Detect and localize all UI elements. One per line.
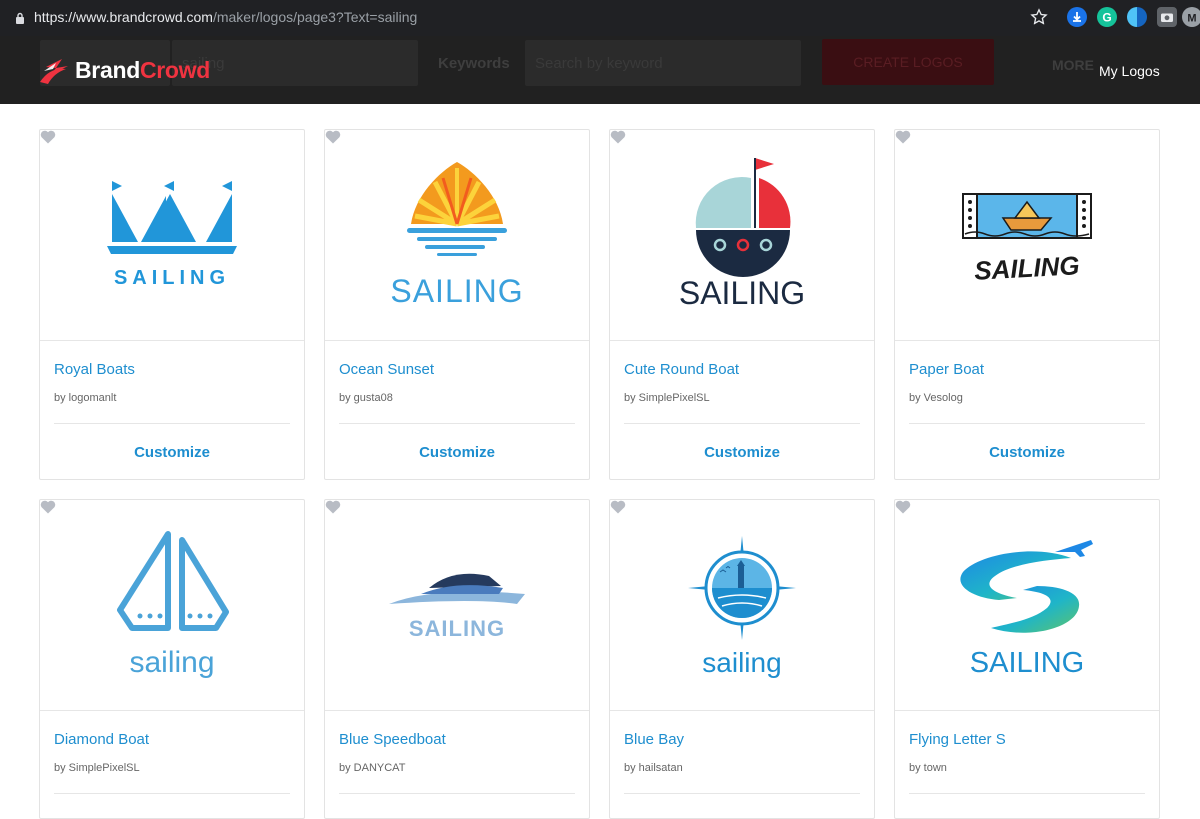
logo-preview[interactable]: SAILING xyxy=(610,130,874,341)
heart-icon[interactable] xyxy=(610,130,626,144)
download-extension-icon[interactable] xyxy=(1067,7,1087,27)
ocean-sunset-logo: SAILING xyxy=(390,162,523,309)
heart-icon[interactable] xyxy=(895,130,911,144)
divider xyxy=(624,423,860,424)
svg-text:SAILING: SAILING xyxy=(390,273,523,309)
heart-icon[interactable] xyxy=(895,500,911,514)
logo-title[interactable]: Blue Speedboat xyxy=(339,731,446,748)
half-circle-extension-icon[interactable] xyxy=(1127,7,1147,27)
address-bar[interactable]: https://www.brandcrowd.com/maker/logos/p… xyxy=(34,9,417,25)
browser-toolbar: https://www.brandcrowd.com/maker/logos/p… xyxy=(0,0,1200,36)
brandcrowd-logo[interactable]: BrandCrowd xyxy=(40,55,220,85)
logo-author: by logomanlt xyxy=(54,392,117,404)
logo-title[interactable]: Ocean Sunset xyxy=(339,361,434,378)
divider xyxy=(339,423,575,424)
logo-preview[interactable]: SAILING xyxy=(895,130,1159,341)
logo-preview[interactable]: sailing xyxy=(40,500,304,711)
create-logos-label: CREATE LOGOS xyxy=(853,54,963,70)
logo-preview[interactable]: sailing xyxy=(610,500,874,711)
divider xyxy=(909,793,1145,794)
grammarly-icon[interactable]: G xyxy=(1097,7,1117,27)
star-icon[interactable] xyxy=(1030,8,1048,26)
logo-title[interactable]: Flying Letter S xyxy=(909,731,1006,748)
svg-text:SAILING: SAILING xyxy=(114,267,230,289)
royal-boats-logo: SAILING xyxy=(107,181,237,289)
logo-title[interactable]: Cute Round Boat xyxy=(624,361,739,378)
brand-name: BrandCrowd xyxy=(75,57,211,83)
extension-icons: G M xyxy=(1010,5,1200,31)
logo-author: by Vesolog xyxy=(909,392,963,404)
svg-text:SAILING: SAILING xyxy=(970,647,1084,679)
logo-preview[interactable]: SAILING xyxy=(325,500,589,711)
url-host: https://www.brandcrowd.com xyxy=(34,9,213,25)
svg-text:SAILING: SAILING xyxy=(409,616,505,641)
logo-preview[interactable]: SAILING xyxy=(895,500,1159,711)
logo-author: by SimplePixelSL xyxy=(54,762,140,774)
keywords-label: Keywords xyxy=(438,55,510,72)
customize-button[interactable]: Customize xyxy=(610,444,874,461)
more-label: MORE xyxy=(1052,57,1094,73)
customize-button[interactable]: Customize xyxy=(325,444,589,461)
logo-card[interactable]: SAILING Royal Boats by logomanlt Customi… xyxy=(39,129,305,480)
svg-text:SAILING: SAILING xyxy=(973,250,1080,285)
logo-card[interactable]: SAILING Flying Letter S by town xyxy=(894,499,1160,819)
divider xyxy=(54,423,290,424)
logo-preview[interactable]: SAILING xyxy=(325,130,589,341)
divider xyxy=(54,793,290,794)
flying-letter-s-logo: SAILING xyxy=(960,540,1093,679)
logo-card[interactable]: SAILING Ocean Sunset by gusta08 Customiz… xyxy=(324,129,590,480)
svg-text:sailing: sailing xyxy=(702,647,781,678)
logo-card[interactable]: SAILING Cute Round Boat by SimplePixelSL… xyxy=(609,129,875,480)
divider xyxy=(339,793,575,794)
lock-icon xyxy=(16,12,24,24)
logo-author: by town xyxy=(909,762,947,774)
divider xyxy=(909,423,1145,424)
logo-title[interactable]: Diamond Boat xyxy=(54,731,149,748)
heart-icon[interactable] xyxy=(325,130,341,144)
my-logos-link[interactable]: My Logos xyxy=(1099,63,1160,79)
blue-speedboat-logo: SAILING xyxy=(389,573,525,641)
divider xyxy=(624,793,860,794)
heart-icon[interactable] xyxy=(40,130,56,144)
logo-card[interactable]: sailing Blue Bay by hailsatan xyxy=(609,499,875,819)
logo-preview[interactable]: SAILING xyxy=(40,130,304,341)
logo-author: by DANYCAT xyxy=(339,762,406,774)
svg-text:sailing: sailing xyxy=(129,646,214,679)
customize-button[interactable]: Customize xyxy=(895,444,1159,461)
heart-icon[interactable] xyxy=(40,500,56,514)
svg-text:M: M xyxy=(1187,13,1196,25)
svg-text:SAILING: SAILING xyxy=(679,275,805,311)
profile-avatar[interactable]: M xyxy=(1182,7,1200,27)
logo-title[interactable]: Paper Boat xyxy=(909,361,984,378)
logo-card[interactable]: SAILING Blue Speedboat by DANYCAT xyxy=(324,499,590,819)
logo-author: by hailsatan xyxy=(624,762,683,774)
logo-title[interactable]: Blue Bay xyxy=(624,731,684,748)
site-header: sailing Keywords Search by keyword CREAT… xyxy=(0,36,1200,104)
logo-card[interactable]: SAILING Paper Boat by Vesolog Customize xyxy=(894,129,1160,480)
url-path: /maker/logos/page3?Text=sailing xyxy=(212,9,418,25)
diamond-boat-logo: sailing xyxy=(117,531,229,679)
keyword-placeholder: Search by keyword xyxy=(535,55,663,72)
create-logos-button[interactable]: CREATE LOGOS xyxy=(822,39,994,85)
heart-icon[interactable] xyxy=(325,500,341,514)
svg-text:G: G xyxy=(1102,11,1111,25)
blue-bay-logo: sailing xyxy=(688,536,796,678)
paper-boat-logo: SAILING xyxy=(962,193,1092,286)
logo-author: by gusta08 xyxy=(339,392,393,404)
brand-mark-icon xyxy=(40,59,68,84)
cute-round-boat-logo: SAILING xyxy=(679,158,805,311)
camera-icon[interactable] xyxy=(1157,7,1177,27)
customize-button[interactable]: Customize xyxy=(40,444,304,461)
logo-author: by SimplePixelSL xyxy=(624,392,710,404)
heart-icon[interactable] xyxy=(610,500,626,514)
logo-title[interactable]: Royal Boats xyxy=(54,361,135,378)
logo-card[interactable]: sailing Diamond Boat by SimplePixelSL xyxy=(39,499,305,819)
